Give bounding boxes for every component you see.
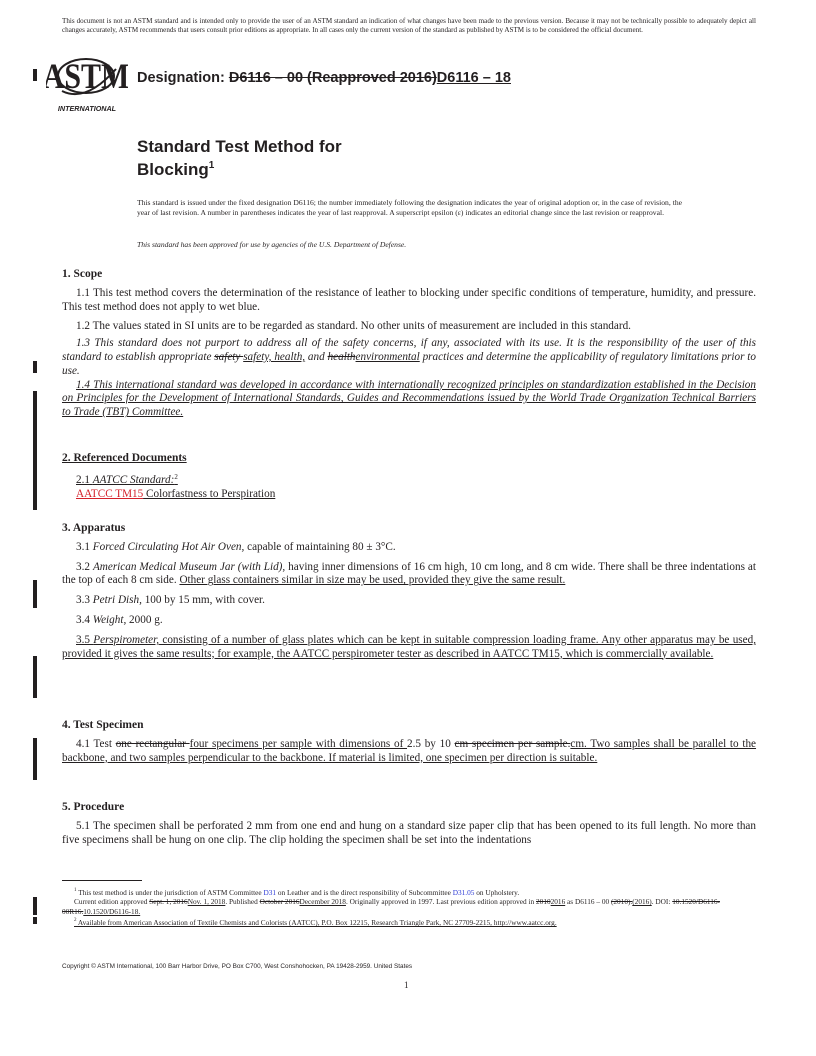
designation-new: D6116 – 18	[436, 70, 511, 86]
change-bar	[33, 897, 37, 915]
designation-label: Designation:	[137, 70, 225, 86]
paragraph-4-1: 4.1 Test one rectangular four specimens …	[62, 737, 757, 764]
footnote-1-edition: Current edition approved Sept. 1, 2016No…	[62, 897, 720, 916]
paragraph-5-1: 5.1 The specimen shall be perforated 2 m…	[62, 819, 756, 846]
paragraph-2-1: 2.1 AATCC Standard:2	[76, 472, 178, 486]
copyright-notice: Copyright © ASTM International, 100 Barr…	[62, 963, 413, 970]
footnote-2: 2 Available from American Association of…	[74, 918, 557, 928]
designation: Designation: D6116 – 00 (Reapproved 2016…	[137, 70, 511, 86]
page-title: Standard Test Method for Blocking1	[137, 137, 342, 179]
change-bar	[33, 580, 37, 608]
logo-letters: ASTM	[46, 57, 128, 97]
page-number: 1	[404, 980, 409, 990]
title-footnote-ref[interactable]: 1	[209, 160, 215, 171]
paragraph-1-4: 1.4 This international standard was deve…	[62, 378, 756, 419]
change-bar	[33, 361, 37, 373]
change-bar	[33, 656, 37, 698]
paragraph-1-1: 1.1 This test method covers the determin…	[62, 286, 756, 313]
reference-item: AATCC TM15 Colorfastness to Perspiration	[76, 487, 276, 500]
logo-subtitle: INTERNATIONAL	[58, 104, 116, 113]
section-test-specimen: 4. Test Specimen 4.1 Test one rectangula…	[62, 719, 756, 765]
title-line-2: Blocking	[137, 160, 209, 179]
paragraph-3-5: 3.5 Perspirometer, consisting of a numbe…	[62, 633, 756, 660]
footnote-1: 1 This test method is under the jurisdic…	[74, 888, 520, 897]
section-apparatus: 3. Apparatus 3.1 Forced Circulating Hot …	[62, 522, 756, 661]
dod-notice: This standard has been approved for use …	[137, 240, 407, 249]
change-bar	[33, 391, 37, 510]
change-bar	[33, 69, 37, 81]
section-heading: 1. Scope	[62, 268, 103, 280]
committee-link-d31[interactable]: D31	[263, 888, 276, 897]
section-procedure: 5. Procedure 5.1 The specimen shall be p…	[62, 801, 756, 847]
paragraph-1-2: 1.2 The values stated in SI units are to…	[76, 320, 631, 333]
paragraph-3-2: 3.2 American Medical Museum Jar (with Li…	[62, 560, 756, 587]
footnote-divider	[62, 880, 142, 881]
designation-notice: This standard is issued under the fixed …	[137, 198, 682, 217]
disclaimer-notice: This document is not an ASTM standard an…	[62, 17, 756, 35]
designation-old: D6116 – 00 (Reapproved 2016)	[228, 70, 437, 86]
paragraph-3-1: 3.1 Forced Circulating Hot Air Oven, cap…	[76, 540, 396, 553]
astm-logo-icon: ASTM INTERNATIONAL	[43, 57, 130, 113]
title-line-1: Standard Test Method for	[137, 137, 342, 156]
subcommittee-link-d31-05[interactable]: D31.05	[453, 888, 475, 897]
paragraph-1-3: 1.3 This standard does not purport to ad…	[62, 337, 756, 377]
section-scope: 1. Scope 1.1 This test method covers the…	[62, 268, 756, 420]
section-heading: 5. Procedure	[62, 801, 125, 813]
astm-logo: ASTM INTERNATIONAL	[43, 51, 130, 113]
change-bar	[33, 917, 37, 924]
section-heading: 2. Referenced Documents	[62, 452, 187, 464]
section-heading: 3. Apparatus	[62, 522, 126, 534]
reference-link-aatcc-tm15[interactable]: AATCC TM15	[76, 488, 143, 500]
section-heading: 4. Test Specimen	[62, 719, 144, 731]
change-bar	[33, 738, 37, 780]
paragraph-3-3: 3.3 Petri Dish, 100 by 15 mm, with cover…	[76, 594, 265, 607]
section-referenced-documents: 2. Referenced Documents 2.1 AATCC Standa…	[62, 452, 756, 501]
footnotes: 1 This test method is under the jurisdic…	[62, 886, 756, 928]
paragraph-3-4: 3.4 Weight, 2000 g.	[76, 613, 163, 626]
